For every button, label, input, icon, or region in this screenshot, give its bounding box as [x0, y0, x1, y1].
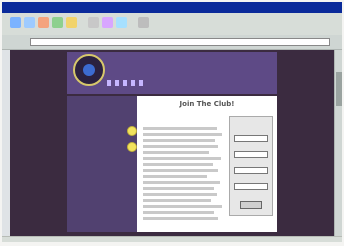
site-logo[interactable] [73, 54, 105, 86]
history-icon[interactable] [116, 17, 127, 28]
browser-window: Join The Club! [2, 2, 342, 242]
vertical-scrollbar[interactable] [334, 50, 342, 236]
favorites-icon[interactable] [102, 17, 113, 28]
nav-link[interactable] [115, 80, 119, 86]
page-heading: Join The Club! [179, 100, 235, 108]
forward-icon[interactable] [24, 17, 35, 28]
browser-toolbar [2, 13, 342, 36]
refresh-icon[interactable] [52, 17, 63, 28]
signup-form [229, 116, 273, 216]
status-bar [2, 236, 342, 242]
body-text-lines [143, 124, 225, 223]
site-nav [107, 80, 273, 86]
back-icon[interactable] [10, 17, 21, 28]
nav-link[interactable] [139, 80, 143, 86]
left-sidebar [67, 96, 137, 232]
email-field[interactable] [234, 151, 268, 158]
password-field[interactable] [234, 167, 268, 174]
home-icon[interactable] [66, 17, 77, 28]
join-button[interactable] [240, 201, 262, 209]
confirm-field[interactable] [234, 183, 268, 190]
scrollbar-thumb[interactable] [336, 72, 342, 106]
sidebar-bubble-icon[interactable] [127, 142, 137, 152]
nav-link[interactable] [123, 80, 127, 86]
nav-link[interactable] [107, 80, 111, 86]
search-icon[interactable] [88, 17, 99, 28]
main-content: Join The Club! [137, 96, 277, 232]
site-header [67, 52, 277, 94]
webpage-viewport: Join The Club! [10, 50, 334, 236]
print-icon[interactable] [138, 17, 149, 28]
address-bar [2, 35, 342, 50]
name-field[interactable] [234, 135, 268, 142]
url-field[interactable] [30, 38, 330, 46]
nav-link[interactable] [131, 80, 135, 86]
sidebar-bubble-icon[interactable] [127, 126, 137, 136]
title-bar [2, 2, 342, 13]
stop-icon[interactable] [38, 17, 49, 28]
